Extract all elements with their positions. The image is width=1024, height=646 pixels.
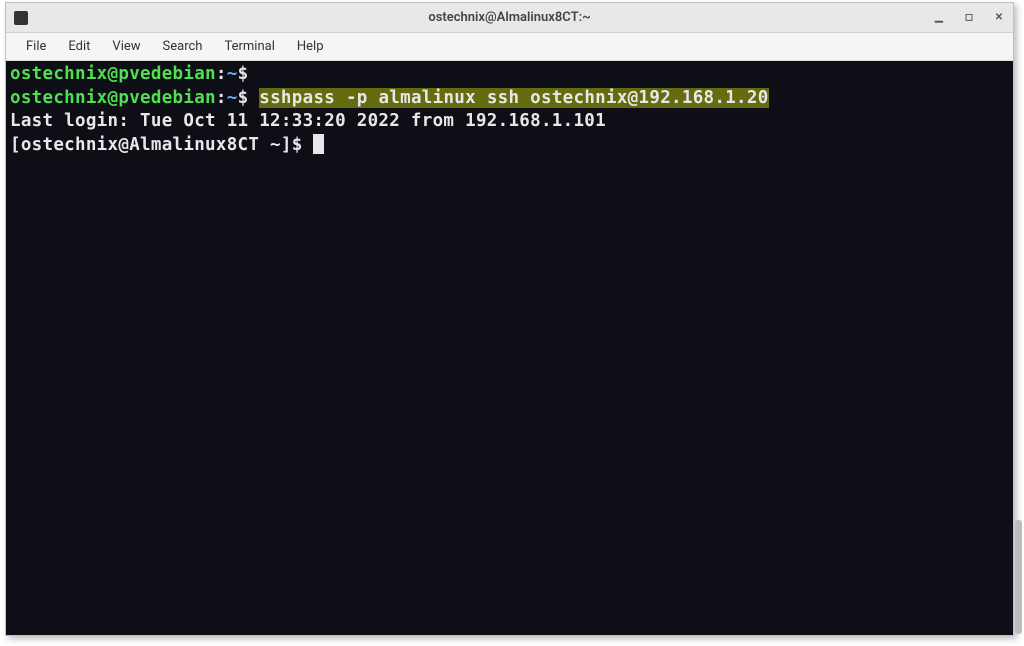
titlebar-left (14, 11, 104, 25)
menu-view[interactable]: View (102, 35, 150, 58)
output-line: Last login: Tue Oct 11 12:33:20 2022 fro… (10, 111, 606, 131)
prompt-sigil: $ (238, 88, 249, 108)
page-scrollbar[interactable] (1015, 520, 1022, 634)
menu-help[interactable]: Help (287, 35, 334, 58)
window-title: ostechnix@Almalinux8CT:~ (104, 10, 915, 25)
prompt-sep: : (216, 88, 227, 108)
window-controls: ▁ ◻ ✕ (915, 12, 1005, 24)
prompt-userhost: ostechnix@pvedebian (10, 88, 216, 108)
prompt-userhost: ostechnix@pvedebian (10, 64, 216, 84)
menu-edit[interactable]: Edit (58, 35, 100, 58)
prompt-path: ~ (227, 88, 238, 108)
minimize-icon[interactable]: ▁ (933, 12, 945, 24)
prompt-path: ~ (227, 64, 238, 84)
terminal-view[interactable]: ostechnix@pvedebian:~$ ostechnix@pvedebi… (6, 61, 1013, 635)
menubar: File Edit View Search Terminal Help (6, 33, 1013, 61)
close-icon[interactable]: ✕ (993, 12, 1005, 24)
entered-command: sshpass -p almalinux ssh ostechnix@192.1… (259, 88, 768, 108)
prompt-sigil: $ (238, 64, 249, 84)
menu-search[interactable]: Search (153, 35, 213, 58)
app-icon (14, 11, 28, 25)
terminal-window: ostechnix@Almalinux8CT:~ ▁ ◻ ✕ File Edit… (5, 2, 1014, 636)
maximize-icon[interactable]: ◻ (963, 12, 975, 24)
prompt-sep: : (216, 64, 227, 84)
remote-prompt: [ostechnix@Almalinux8CT ~]$ (10, 135, 313, 155)
titlebar[interactable]: ostechnix@Almalinux8CT:~ ▁ ◻ ✕ (6, 3, 1013, 33)
menu-file[interactable]: File (16, 35, 56, 58)
cursor-block (313, 134, 324, 154)
menu-terminal[interactable]: Terminal (214, 35, 284, 58)
